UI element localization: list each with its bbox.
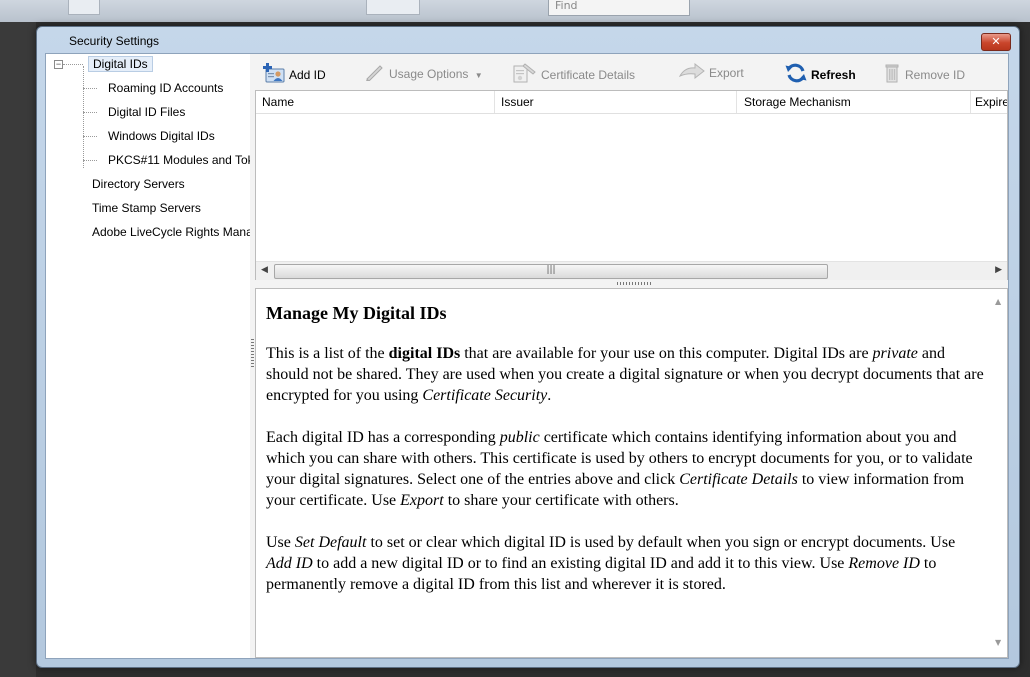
dialog-client-area: − Digital IDs Roaming ID Accounts Digita… [45, 53, 1009, 659]
tree-item-time-stamp-servers[interactable]: Time Stamp Servers [92, 199, 201, 217]
tree-item-label: Directory Servers [92, 177, 185, 191]
tree-connector [83, 136, 97, 137]
scroll-left-icon[interactable]: ◀ [261, 265, 268, 275]
tree-connector [83, 160, 97, 161]
emphasis-italic: public [499, 429, 540, 446]
help-content: Manage My Digital IDs This is a list of … [266, 303, 984, 616]
tree-item-digital-id-files[interactable]: Digital ID Files [108, 103, 185, 121]
column-header-name[interactable]: Name [262, 95, 492, 109]
tree-item-label: Digital ID Files [108, 105, 186, 119]
help-paragraph: This is a list of the digital IDs that a… [266, 343, 984, 406]
tree-item-pkcs11-modules[interactable]: PKCS#11 Modules and Tokens [108, 151, 250, 169]
splitter-grip[interactable] [251, 339, 254, 369]
background-side-strip [0, 22, 36, 677]
text-run: Use [266, 534, 295, 551]
scroll-up-icon[interactable]: ▲ [995, 297, 1001, 306]
help-paragraph: Each digital ID has a corresponding publ… [266, 427, 984, 511]
background-find-field: Find [548, 0, 690, 16]
help-panel: Manage My Digital IDs This is a list of … [255, 288, 1008, 658]
column-divider[interactable] [970, 91, 971, 113]
close-icon: ✕ [991, 35, 1001, 48]
chevron-down-icon: ▼ [474, 71, 483, 81]
text-run: to share your certificate with others. [443, 492, 679, 509]
certificate-details-label: Certificate Details [541, 68, 636, 83]
scroll-down-icon[interactable]: ▼ [995, 638, 1001, 647]
background-app-toolbar: Find [0, 0, 1030, 22]
digital-id-list[interactable]: Name Issuer Storage Mechanism Expires ◀ … [255, 90, 1008, 280]
tree-item-label: Time Stamp Servers [92, 201, 201, 215]
emphasis-italic: Remove ID [848, 555, 920, 572]
text-run: This is a list of the [266, 345, 389, 362]
column-divider[interactable] [494, 91, 495, 113]
vertical-scrollbar[interactable]: ▲ ▼ [990, 289, 1007, 657]
list-header: Name Issuer Storage Mechanism Expires [256, 91, 1007, 114]
title-bar[interactable]: Security Settings ✕ [37, 27, 1019, 53]
refresh-button[interactable]: Refresh [785, 63, 856, 83]
emphasis-italic: Add ID [266, 555, 313, 572]
collapse-icon[interactable]: − [54, 60, 63, 69]
horizontal-scrollbar[interactable]: ◀ ||| ▶ [256, 261, 1007, 280]
column-header-storage-mechanism[interactable]: Storage Mechanism [744, 95, 969, 109]
dialog-title: Security Settings [69, 34, 160, 48]
refresh-label: Refresh [811, 68, 856, 83]
text-run: to set or clear which digital ID is used… [366, 534, 956, 551]
tree-item-directory-servers[interactable]: Directory Servers [92, 175, 185, 193]
category-tree: − Digital IDs Roaming ID Accounts Digita… [46, 54, 251, 658]
tree-item-windows-digital-ids[interactable]: Windows Digital IDs [108, 127, 215, 145]
refresh-icon [785, 63, 807, 89]
export-label: Export [709, 66, 744, 81]
tree-connector [83, 112, 97, 113]
tree-connector [63, 64, 83, 65]
usage-options-button[interactable]: Usage Options ▼ [365, 63, 483, 83]
remove-id-button[interactable]: Remove ID [883, 63, 965, 83]
emphasis-italic: Certificate Details [679, 471, 798, 488]
text-run: to add a new digital ID or to find an ex… [312, 555, 849, 572]
background-toolbar-item [68, 0, 100, 15]
help-heading: Manage My Digital IDs [266, 303, 447, 323]
emphasis-italic: Certificate Security [422, 387, 548, 404]
text-run: that are available for your use on this … [460, 345, 873, 362]
emphasis-italic: Set Default [294, 534, 367, 551]
tree-connector [83, 66, 84, 168]
splitter-grip[interactable] [617, 282, 651, 285]
background-toolbar-item [366, 0, 420, 15]
export-arrow-icon [678, 62, 705, 85]
certificate-icon [513, 63, 537, 89]
remove-id-label: Remove ID [905, 68, 966, 83]
right-pane: Add ID Usage Options ▼ Certificate Detai… [255, 54, 1008, 658]
tree-item-adobe-livecycle[interactable]: Adobe LiveCycle Rights Management [92, 223, 250, 241]
horizontal-splitter[interactable] [255, 280, 1008, 288]
emphasis-italic: private [872, 345, 918, 362]
column-header-issuer[interactable]: Issuer [501, 95, 731, 109]
tree-connector [83, 88, 97, 89]
add-id-icon [263, 63, 285, 89]
tree-item-label: Adobe LiveCycle Rights Management [92, 225, 250, 239]
text-run: Each digital ID has a corresponding [266, 429, 500, 446]
toolbar: Add ID Usage Options ▼ Certificate Detai… [255, 54, 1008, 90]
scrollbar-thumb[interactable]: ||| [274, 264, 828, 279]
tree-item-label: Windows Digital IDs [108, 129, 215, 143]
tree-item-label: Roaming ID Accounts [108, 81, 224, 95]
security-settings-dialog: Security Settings ✕ − Digital IDs Roamin… [36, 26, 1020, 668]
column-divider[interactable] [736, 91, 737, 113]
scroll-right-icon[interactable]: ▶ [995, 265, 1002, 275]
tree-item-label: Digital IDs [88, 56, 153, 72]
text-run: . [547, 387, 552, 404]
trash-icon [883, 63, 901, 89]
close-button[interactable]: ✕ [981, 33, 1011, 51]
certificate-details-button[interactable]: Certificate Details [513, 63, 635, 83]
usage-options-label: Usage Options [389, 67, 469, 82]
export-button[interactable]: Export [678, 62, 744, 85]
tree-item-label: PKCS#11 Modules and Tokens [108, 153, 250, 167]
column-header-expires[interactable]: Expires [975, 95, 1007, 109]
add-id-button[interactable]: Add ID [263, 63, 326, 83]
tree-item-digital-ids[interactable]: Digital IDs [88, 55, 153, 73]
emphasis-italic: Export [400, 492, 444, 509]
emphasis-bold: digital IDs [388, 345, 461, 362]
help-paragraph: Use Set Default to set or clear which di… [266, 532, 984, 595]
add-id-label: Add ID [289, 68, 326, 83]
tree-item-roaming-id-accounts[interactable]: Roaming ID Accounts [108, 79, 223, 97]
pen-icon [365, 63, 385, 87]
